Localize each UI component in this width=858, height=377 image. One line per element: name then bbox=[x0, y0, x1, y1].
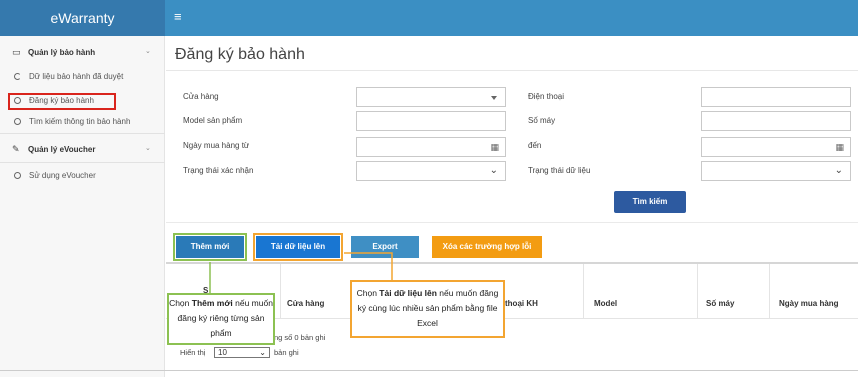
callout-pre: Chọn bbox=[356, 288, 380, 298]
add-new-callout: Chọn Thêm mới nếu muốn đăng ký riêng từn… bbox=[167, 293, 275, 345]
callout-bold: Thêm mới bbox=[191, 298, 233, 308]
upload-callout: Chọn Tải dữ liệu lên nếu muốn đăng ký cù… bbox=[350, 280, 505, 338]
orange-connector bbox=[344, 252, 393, 280]
callout-pre: Chọn bbox=[169, 298, 192, 308]
page-bottom-border bbox=[0, 370, 858, 371]
callout-bold: Tải dữ liệu lên bbox=[379, 288, 437, 298]
